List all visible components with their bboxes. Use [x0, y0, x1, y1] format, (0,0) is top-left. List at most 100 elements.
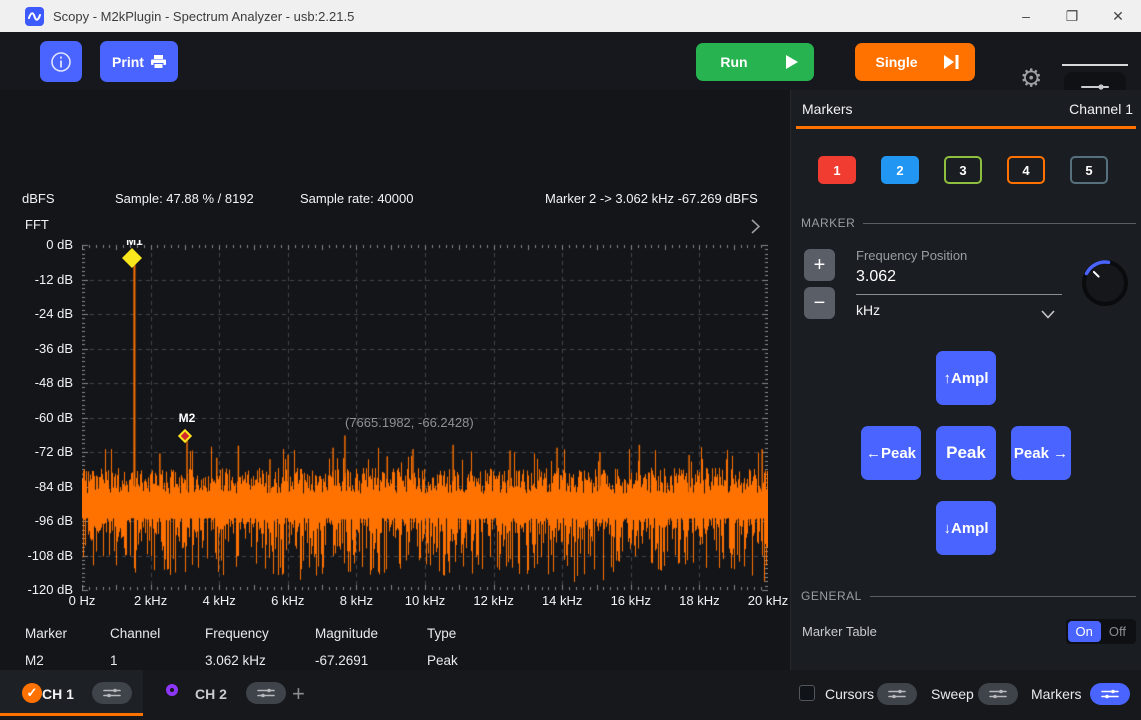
- print-button-label: Print: [112, 54, 144, 70]
- single-button[interactable]: Single: [855, 43, 975, 81]
- x-tick-label: 8 kHz: [324, 593, 388, 608]
- run-button[interactable]: Run: [696, 43, 814, 81]
- window-controls: – ❐ ✕: [1003, 0, 1141, 32]
- y-tick-label: 0 dB: [46, 237, 73, 252]
- y-tick-label: -36 dB: [35, 341, 73, 356]
- marker-select-buttons: 12345: [818, 156, 1115, 184]
- marker-section-label: MARKER: [801, 216, 855, 230]
- x-tick-label: 16 kHz: [599, 593, 663, 608]
- info-button[interactable]: [40, 41, 82, 82]
- maximize-button[interactable]: ❐: [1049, 0, 1095, 32]
- y-tick-label: -12 dB: [35, 272, 73, 287]
- marker-select-button-2[interactable]: 2: [881, 156, 919, 184]
- y-tick-label: -84 dB: [35, 479, 73, 494]
- cursors-label: Cursors: [825, 686, 874, 702]
- y-tick-label: -24 dB: [35, 306, 73, 321]
- marker-table-toggle-label: Marker Table: [802, 624, 877, 639]
- gear-icon[interactable]: ⚙: [1020, 67, 1042, 92]
- x-tick-label: 10 kHz: [393, 593, 457, 608]
- frequency-input-underline: [856, 294, 1062, 295]
- sliders-icon: [256, 687, 276, 699]
- chevron-right-icon[interactable]: [751, 219, 760, 239]
- peak-right-button[interactable]: Peak →: [1011, 426, 1071, 480]
- app-window: Scopy - M2kPlugin - Spectrum Analyzer - …: [0, 0, 1141, 720]
- printer-icon: [151, 55, 166, 69]
- x-tick-label: 2 kHz: [119, 593, 183, 608]
- sweep-label: Sweep: [931, 686, 974, 702]
- spectrum-plot-region: dBFS Sample: 47.88 % / 8192 Sample rate:…: [0, 90, 790, 670]
- marker-select-button-3[interactable]: 3: [944, 156, 982, 184]
- marker-table-cell: -67.2691: [315, 653, 368, 668]
- y-tick-label: -60 dB: [35, 410, 73, 425]
- marker-readout: Marker 2 -> 3.062 kHz -67.269 dBFS: [545, 191, 758, 206]
- active-tool-indicator: [1062, 64, 1128, 66]
- marker-select-button-4[interactable]: 4: [1007, 156, 1045, 184]
- plot-canvas-area[interactable]: (7665.1982, -66.2428) M1M2: [82, 240, 768, 595]
- cursors-checkbox[interactable]: [799, 685, 815, 701]
- minimize-button[interactable]: –: [1003, 0, 1049, 32]
- amplitude-down-button[interactable]: ↓Ampl: [936, 501, 996, 555]
- sweep-settings-pill[interactable]: [978, 683, 1018, 705]
- marker-select-button-1[interactable]: 1: [818, 156, 856, 184]
- scopy-logo-icon: [25, 7, 44, 26]
- y-axis-labels: 0 dB-12 dB-24 dB-36 dB-48 dB-60 dB-72 dB…: [0, 240, 76, 595]
- unit-label: dBFS: [22, 191, 55, 206]
- x-tick-label: 6 kHz: [256, 593, 320, 608]
- channel2-settings-pill[interactable]: [246, 682, 286, 704]
- frequency-knob[interactable]: [1078, 256, 1132, 315]
- marker-label-M1: M1: [119, 240, 149, 248]
- frequency-decrement-button[interactable]: −: [804, 287, 835, 319]
- panel-title: Markers: [802, 101, 853, 117]
- chevron-down-icon[interactable]: [1041, 306, 1055, 324]
- marker-select-button-5[interactable]: 5: [1070, 156, 1108, 184]
- y-tick-label: -108 dB: [27, 548, 73, 563]
- marker-table-header: Type: [427, 626, 456, 641]
- print-button[interactable]: Print: [100, 41, 178, 82]
- frequency-increment-button[interactable]: +: [804, 249, 835, 281]
- info-icon: [50, 51, 72, 73]
- fft-mode-label: FFT: [25, 217, 49, 232]
- marker-table-header: Frequency: [205, 626, 269, 641]
- window-title: Scopy - M2kPlugin - Spectrum Analyzer - …: [53, 9, 354, 24]
- channel1-settings-pill[interactable]: [92, 682, 132, 704]
- marker-table-toggle[interactable]: On Off: [1066, 619, 1136, 644]
- add-channel-button[interactable]: +: [292, 681, 305, 707]
- peak-button[interactable]: Peak: [936, 426, 996, 480]
- marker-table-cell: 1: [110, 653, 118, 668]
- peak-left-button[interactable]: ←Peak: [861, 426, 921, 480]
- channel1-label[interactable]: CH 1: [42, 686, 74, 702]
- play-icon: [786, 55, 798, 69]
- markers-label: Markers: [1031, 686, 1082, 702]
- single-button-label: Single: [875, 54, 917, 70]
- sliders-icon: [102, 687, 122, 699]
- marker-table-header-row: MarkerChannelFrequencyMagnitudeType: [0, 626, 500, 646]
- toggle-on[interactable]: On: [1068, 621, 1101, 642]
- panel-divider: [796, 126, 1136, 129]
- marker-section-header: MARKER: [801, 216, 1136, 230]
- general-section-label: GENERAL: [801, 589, 862, 603]
- x-tick-label: 0 Hz: [50, 593, 114, 608]
- marker-table-cell: M2: [25, 653, 44, 668]
- sample-info: Sample: 47.88 % / 8192: [115, 191, 254, 206]
- sample-rate-info: Sample rate: 40000: [300, 191, 413, 206]
- marker-table-header: Channel: [110, 626, 160, 641]
- x-tick-label: 14 kHz: [530, 593, 594, 608]
- sliders-icon: [988, 688, 1008, 700]
- toggle-off[interactable]: Off: [1101, 621, 1134, 642]
- cursors-settings-pill[interactable]: [877, 683, 917, 705]
- markers-settings-pill[interactable]: [1090, 683, 1130, 705]
- general-section-header: GENERAL: [801, 589, 1136, 603]
- bottom-bar: ✓ CH 1 CH 2 + Cursors Sweep: [0, 670, 1141, 720]
- channel2-enable-checkbox[interactable]: [166, 684, 178, 696]
- marker-table-cell: 3.062 kHz: [205, 653, 266, 668]
- channel1-enable-checkbox[interactable]: ✓: [22, 683, 42, 703]
- channel2-label[interactable]: CH 2: [195, 686, 227, 702]
- amplitude-up-button[interactable]: ↑Ampl: [936, 351, 996, 405]
- frequency-position-value[interactable]: 3.062: [856, 268, 896, 286]
- close-button[interactable]: ✕: [1095, 0, 1141, 32]
- single-run-icon: [944, 55, 959, 69]
- sliders-icon: [1100, 688, 1120, 700]
- panel-channel-label: Channel 1: [1069, 101, 1133, 117]
- frequency-unit-select[interactable]: kHz: [856, 302, 880, 318]
- toolbar: Print Run Single ⚙: [0, 32, 1141, 90]
